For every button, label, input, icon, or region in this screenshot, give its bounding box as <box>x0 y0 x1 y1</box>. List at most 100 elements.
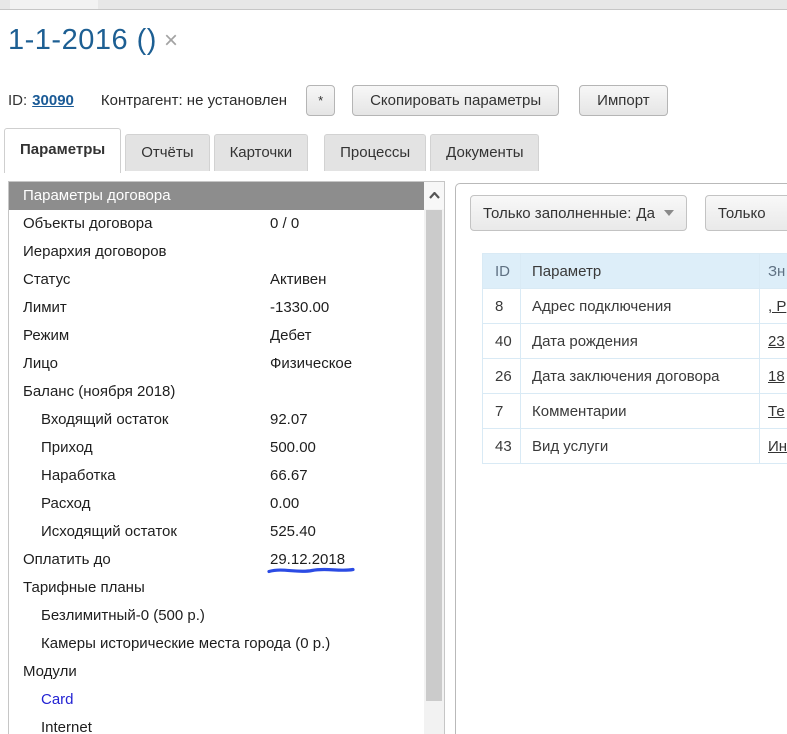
param-row-камеры-исторические-места-города-0-р-[interactable]: Камеры исторические места города (0 р.) <box>9 630 444 658</box>
table-row[interactable]: 26 Дата заключения договора 18 <box>483 359 787 394</box>
param-label: Тарифные планы <box>23 579 145 596</box>
left-panel-scrollbar[interactable] <box>424 182 444 734</box>
param-row-баланс-ноября-2018-[interactable]: Баланс (ноября 2018) <box>9 378 444 406</box>
copy-params-button[interactable]: Скопировать параметры <box>352 85 559 116</box>
param-value-text: 0.00 <box>270 495 299 512</box>
cell-value: Ин <box>760 429 787 464</box>
tab-label: Карточки <box>230 144 293 161</box>
cell-id: 8 <box>483 289 521 324</box>
param-value-text: 0 / 0 <box>270 215 299 232</box>
tab-карточки[interactable]: Карточки <box>214 134 309 171</box>
param-label: Модули <box>23 663 77 680</box>
value-link[interactable]: Те <box>768 403 785 420</box>
contract-id-link[interactable]: 30090 <box>32 92 74 109</box>
scrollbar-up-arrow-icon[interactable] <box>424 182 444 209</box>
table-row[interactable]: 7 Комментарии Те <box>483 394 787 429</box>
filter-label: Только заполненные: <box>483 205 631 222</box>
star-button[interactable]: * <box>306 85 335 116</box>
param-row-режим[interactable]: Режим Дебет <box>9 322 444 350</box>
param-row-лицо[interactable]: Лицо Физическое <box>9 350 444 378</box>
param-label: Исходящий остаток <box>41 523 177 540</box>
tab-group-1: Параметры Отчёты Карточки <box>4 128 312 173</box>
param-label: Параметры договора <box>23 187 171 204</box>
param-value-text: -1330.00 <box>270 299 329 316</box>
value-link[interactable]: , Р <box>768 298 786 315</box>
param-label: Лимит <box>23 299 67 316</box>
col-header-id[interactable]: ID <box>483 254 521 289</box>
scrollbar-thumb[interactable] <box>426 210 442 701</box>
value-link[interactable]: Ин <box>768 438 787 455</box>
param-value: 0.00 <box>270 490 299 518</box>
param-row-исходящий-остаток[interactable]: Исходящий остаток 525.40 <box>9 518 444 546</box>
cell-value: Те <box>760 394 787 429</box>
param-row-расход[interactable]: Расход 0.00 <box>9 490 444 518</box>
toolbar: ID: 30090 Контрагент: не установлен * Ск… <box>8 85 668 116</box>
tab-процессы[interactable]: Процессы <box>324 134 426 171</box>
param-row-объекты-договора[interactable]: Объекты договора 0 / 0 <box>9 210 444 238</box>
tab-label: Отчёты <box>141 144 193 161</box>
contract-params-panel: Параметры договора Объекты договора 0 / … <box>8 181 445 734</box>
param-value: 29.12.2018 <box>270 546 345 574</box>
filter-dropdown-только[interactable]: Только <box>705 195 787 231</box>
param-row-входящий-остаток[interactable]: Входящий остаток 92.07 <box>9 406 444 434</box>
filter-value: Да <box>636 205 655 222</box>
param-row-тарифные-планы[interactable]: Тарифные планы <box>9 574 444 602</box>
tab-label: Параметры <box>20 141 105 158</box>
table-row[interactable]: 43 Вид услуги Ин <box>483 429 787 464</box>
param-row-оплатить-до[interactable]: Оплатить до 29.12.2018 <box>9 546 444 574</box>
param-row-безлимитный-0-500-р-[interactable]: Безлимитный-0 (500 р.) <box>9 602 444 630</box>
param-row-приход[interactable]: Приход 500.00 <box>9 434 444 462</box>
value-link[interactable]: 18 <box>768 368 785 385</box>
page-title: 1-1-2016 () <box>8 24 157 57</box>
params-table-head: ID Параметр Зн <box>483 254 787 289</box>
chevron-down-icon <box>664 210 674 216</box>
param-row-статус[interactable]: Статус Активен <box>9 266 444 294</box>
cell-value: , Р <box>760 289 787 324</box>
col-header-param[interactable]: Параметр <box>521 254 760 289</box>
contract-title-row: 1-1-2016 () × <box>8 24 178 57</box>
param-row-internet[interactable]: Internet <box>9 714 444 734</box>
param-row-наработка[interactable]: Наработка 66.67 <box>9 462 444 490</box>
tab-параметры[interactable]: Параметры <box>4 128 121 173</box>
table-row[interactable]: 8 Адрес подключения , Р <box>483 289 787 324</box>
param-row-параметры-договора[interactable]: Параметры договора <box>9 182 444 210</box>
cell-id: 26 <box>483 359 521 394</box>
param-row-лимит[interactable]: Лимит -1330.00 <box>9 294 444 322</box>
param-label: Баланс (ноября 2018) <box>23 383 175 400</box>
filters: Только заполненные: Да Только <box>470 195 787 231</box>
param-label: Оплатить до <box>23 551 111 568</box>
param-label: Безлимитный-0 (500 р.) <box>41 607 205 624</box>
import-button[interactable]: Импорт <box>579 85 667 116</box>
param-row-иерархия-договоров[interactable]: Иерархия договоров <box>9 238 444 266</box>
col-header-value[interactable]: Зн <box>760 254 787 289</box>
value-link[interactable]: 23 <box>768 333 785 350</box>
param-row-модули[interactable]: Модули <box>9 658 444 686</box>
param-value: 66.67 <box>270 462 308 490</box>
cell-value: 23 <box>760 324 787 359</box>
param-label: Приход <box>41 439 93 456</box>
close-icon[interactable]: × <box>164 31 178 51</box>
tab-label: Процессы <box>340 144 410 161</box>
param-value-text: 92.07 <box>270 411 308 428</box>
param-value: -1330.00 <box>270 294 329 322</box>
param-value: 92.07 <box>270 406 308 434</box>
param-label: Лицо <box>23 355 58 372</box>
tab-bar: Параметры Отчёты Карточки Процессы Документ… <box>4 128 543 173</box>
param-value: 0 / 0 <box>270 210 299 238</box>
param-value-text: 500.00 <box>270 439 316 456</box>
window-top-tab-remnant <box>10 0 98 9</box>
table-row[interactable]: 40 Дата рождения 23 <box>483 324 787 359</box>
id-label: ID: <box>8 92 27 109</box>
param-label: Card <box>41 691 74 708</box>
table-header-row: ID Параметр Зн <box>483 254 787 289</box>
param-row-card[interactable]: Card <box>9 686 444 714</box>
param-label: Статус <box>23 271 70 288</box>
param-value-text: 525.40 <box>270 523 316 540</box>
filter-dropdown-только-заполненные-[interactable]: Только заполненные: Да <box>470 195 687 231</box>
param-label: Наработка <box>41 467 116 484</box>
tab-документы[interactable]: Документы <box>430 134 539 171</box>
param-value-text: 66.67 <box>270 467 308 484</box>
tab-отчёты[interactable]: Отчёты <box>125 134 209 171</box>
filter-label: Только <box>718 205 766 222</box>
tab-group-2: Процессы Документы <box>324 128 543 171</box>
